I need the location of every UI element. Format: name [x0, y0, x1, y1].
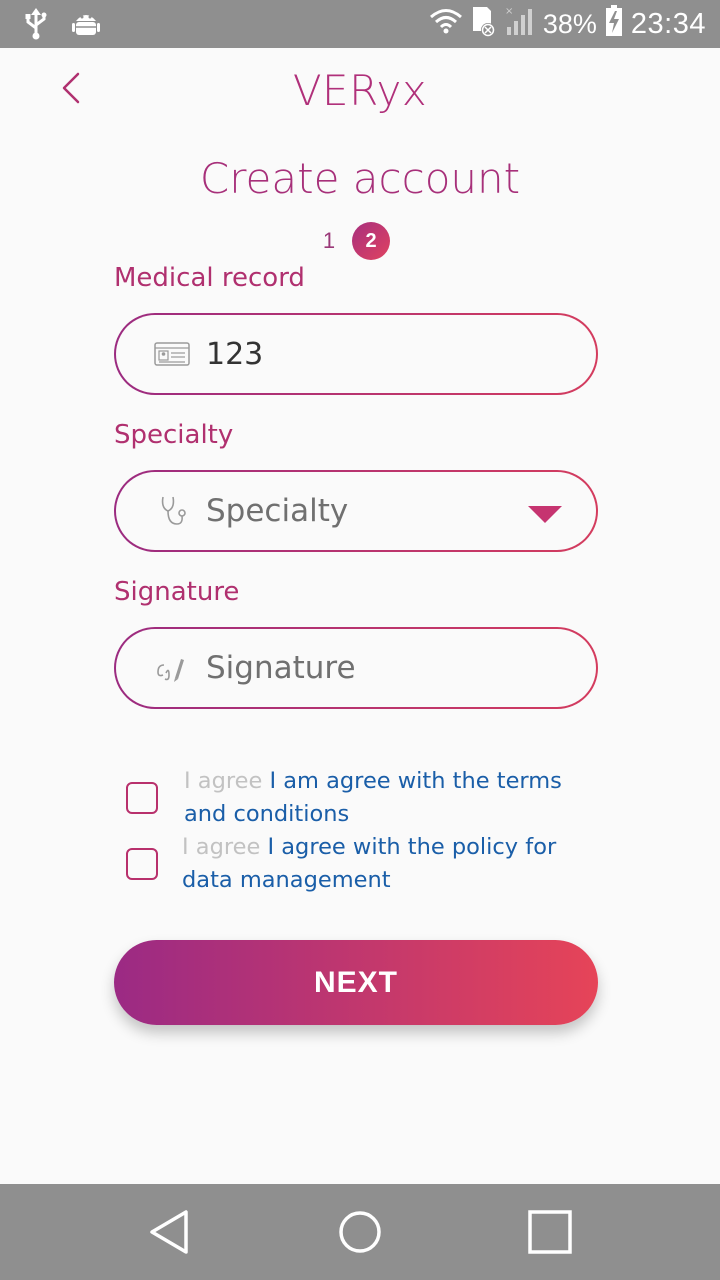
- square-recents-icon: [526, 1210, 574, 1260]
- policy-agreement-row: I agree I agree with the policy for data…: [126, 834, 602, 897]
- policy-text[interactable]: I agree I agree with the policy for data…: [182, 831, 602, 897]
- nav-back-button[interactable]: [146, 1208, 194, 1256]
- system-nav-bar: [0, 1184, 720, 1280]
- triangle-back-icon: [146, 1210, 194, 1260]
- terms-agreement-row: I agree I am agree with the terms and co…: [126, 768, 604, 831]
- medical-record-label: Medical record: [114, 263, 305, 293]
- next-button[interactable]: NEXT: [114, 940, 598, 1025]
- wifi-icon: [429, 8, 463, 41]
- signature-field[interactable]: Signature: [114, 627, 598, 709]
- medical-record-input[interactable]: 123: [206, 337, 263, 372]
- caret-down-icon[interactable]: [528, 506, 562, 523]
- policy-checkbox[interactable]: [126, 848, 158, 880]
- terms-text[interactable]: I agree I am agree with the terms and co…: [184, 765, 604, 831]
- app-title: VERyx: [292, 66, 428, 115]
- terms-prefix: I agree: [184, 768, 263, 794]
- battery-charging-icon: [605, 4, 623, 44]
- signature-input[interactable]: Signature: [206, 650, 356, 686]
- clock: 23:34: [630, 7, 706, 40]
- signature-label: Signature: [114, 577, 240, 607]
- stethoscope-icon: [154, 493, 190, 529]
- specialty-dropdown[interactable]: Specialty: [114, 470, 598, 552]
- nav-home-button[interactable]: [336, 1208, 384, 1256]
- step-1: 1: [322, 228, 336, 253]
- svg-text:×: ×: [505, 6, 513, 17]
- nav-recents-button[interactable]: [526, 1208, 574, 1256]
- sd-card-icon: [471, 5, 497, 44]
- id-card-icon: [154, 336, 190, 372]
- page-title: Create account: [199, 154, 521, 203]
- signal-icon: ×: [505, 5, 535, 44]
- policy-prefix: I agree: [182, 834, 261, 860]
- usb-icon: [22, 8, 50, 45]
- step-indicator: 1 2: [0, 222, 720, 260]
- step-2-active: 2: [352, 222, 390, 260]
- status-bar: × 38% 23:34: [0, 0, 720, 48]
- android-debug-icon: [72, 9, 100, 44]
- medical-record-field[interactable]: 123: [114, 313, 598, 395]
- signature-pen-icon: [154, 650, 190, 686]
- specialty-label: Specialty: [114, 420, 234, 450]
- battery-percent: 38%: [542, 8, 597, 39]
- terms-checkbox[interactable]: [126, 782, 158, 814]
- circle-home-icon: [336, 1211, 384, 1260]
- specialty-selected: Specialty: [206, 493, 349, 529]
